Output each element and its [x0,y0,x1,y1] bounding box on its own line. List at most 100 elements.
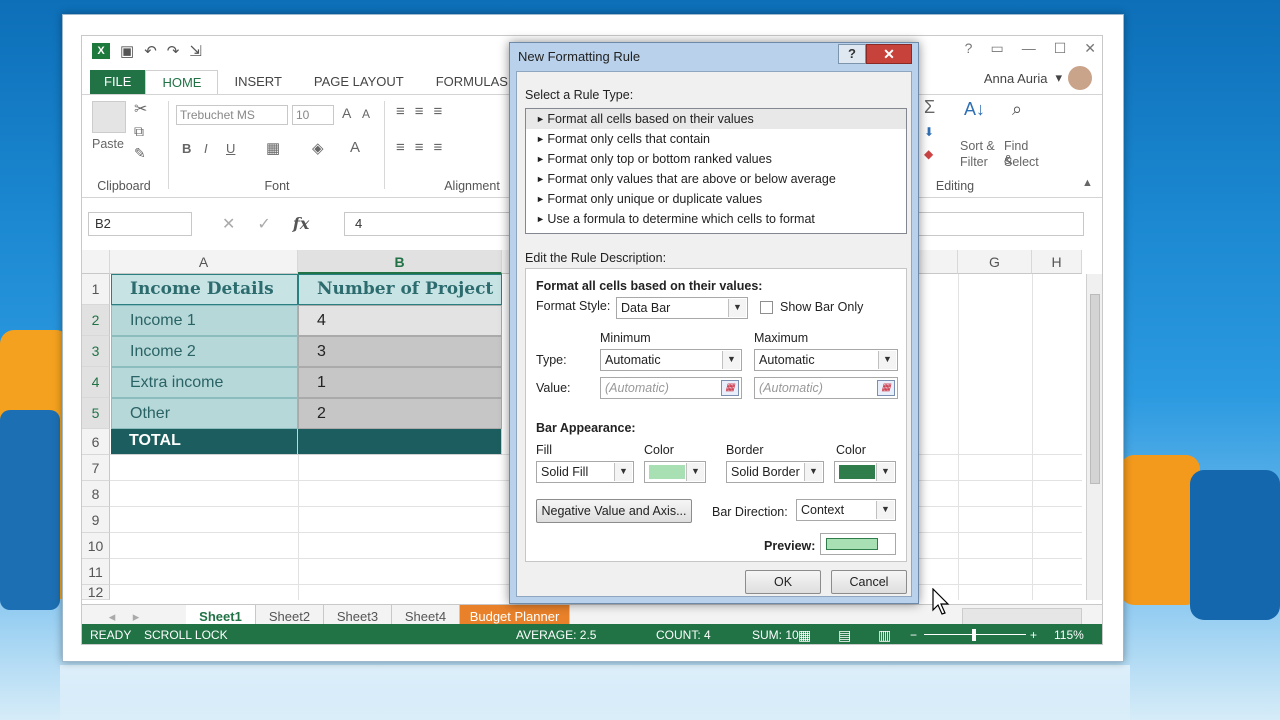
row-header-4[interactable]: 4 [82,367,110,398]
value-cell-active[interactable]: 4 [298,305,502,336]
range-select-icon[interactable]: ▦ [721,380,739,396]
cut-icon[interactable]: ✂ [134,99,147,119]
cancel-button[interactable]: Cancel [831,570,907,594]
minimum-type-select[interactable]: Automatic ▼ [600,349,742,371]
label-cell[interactable]: Extra income [111,367,298,398]
fill-select[interactable]: Solid Fill ▼ [536,461,634,483]
borders-icon[interactable]: ▦ [266,139,280,157]
grow-font-button[interactable]: A [342,105,351,121]
row-header-8[interactable]: 8 [82,481,110,507]
label-cell[interactable]: Income 1 [111,305,298,336]
value-cell[interactable]: 2 [298,398,502,429]
bold-button[interactable]: B [182,141,191,156]
find-select-button-line2[interactable]: Select [1004,155,1039,169]
row-header-1[interactable]: 1 [82,274,110,305]
avatar[interactable] [1068,66,1092,90]
underline-button[interactable]: U [226,141,235,156]
page-layout-view-icon[interactable]: ▤ [838,624,851,644]
font-color-icon[interactable]: A [350,139,360,156]
maximum-value-input[interactable]: (Automatic) ▦ [754,377,898,399]
rule-type-item[interactable]: Format only top or bottom ranked values [526,149,906,169]
value-cell[interactable]: 3 [298,336,502,367]
fill-icon[interactable]: ⬇ [924,125,934,139]
negative-value-axis-button[interactable]: Negative Value and Axis... [536,499,692,523]
minimize-button[interactable]: — [1022,40,1036,57]
select-all-corner[interactable] [82,250,110,274]
cancel-entry-icon[interactable]: ✕ [222,214,235,234]
insert-function-icon[interactable]: fx [293,214,309,234]
row-header-2[interactable]: 2 [82,305,110,336]
bar-direction-select[interactable]: Context ▼ [796,499,896,521]
sort-filter-button[interactable]: Sort & [960,139,995,153]
zoom-in-button[interactable]: + [1030,624,1037,644]
row-header-3[interactable]: 3 [82,336,110,367]
range-select-icon[interactable]: ▦ [877,380,895,396]
save-icon[interactable]: ▣ [120,42,134,60]
rule-type-item[interactable]: Use a formula to determine which cells t… [526,209,906,229]
border-select[interactable]: Solid Border ▼ [726,461,824,483]
row-header-9[interactable]: 9 [82,507,110,533]
autosum-icon[interactable]: Σ [924,97,935,118]
label-cell[interactable]: Other [111,398,298,429]
rule-type-item[interactable]: Format only cells that contain [526,129,906,149]
help-button[interactable]: ? [965,40,973,57]
column-header-g[interactable]: G [958,250,1032,274]
border-color-picker[interactable]: ▼ [834,461,896,483]
format-style-select[interactable]: Data Bar ▼ [616,297,748,319]
name-box[interactable]: B2 [88,212,192,236]
minimum-value-input[interactable]: (Automatic) ▦ [600,377,742,399]
shrink-font-button[interactable]: A [362,107,370,121]
tab-page-layout[interactable]: PAGE LAYOUT [298,70,420,94]
row-header-5[interactable]: 5 [82,398,110,429]
normal-view-icon[interactable]: ▦ [798,624,811,644]
undo-icon[interactable]: ↶ [144,42,157,60]
zoom-out-button[interactable]: − [910,624,917,644]
zoom-slider-handle[interactable] [972,629,976,641]
show-bar-only-checkbox[interactable] [760,301,773,314]
total-label-cell[interactable]: TOTAL [111,429,298,455]
tab-insert[interactable]: INSERT [218,70,297,94]
row-header-12[interactable]: 12 [82,585,110,600]
label-cell[interactable]: Income 2 [111,336,298,367]
dialog-help-button[interactable]: ? [838,44,866,64]
tab-home[interactable]: HOME [145,70,219,94]
row-header-11[interactable]: 11 [82,559,110,585]
tab-file[interactable]: FILE [90,70,146,94]
maximize-button[interactable]: ☐ [1054,40,1067,57]
confirm-entry-icon[interactable]: ✓ [257,214,270,234]
header-cell-number-of-project[interactable]: Number of Project [298,274,502,305]
value-cell[interactable]: 1 [298,367,502,398]
italic-button[interactable]: I [204,141,208,156]
rule-type-item-selected[interactable]: Format all cells based on their values [526,109,906,129]
binoculars-icon[interactable]: ⌕ [1012,99,1022,120]
font-name-select[interactable]: Trebuchet MS [176,105,288,125]
dialog-close-button[interactable]: ✕ [866,44,912,64]
user-account[interactable]: Anna Auria ▾ [984,70,1062,86]
total-value-cell[interactable] [298,429,502,455]
page-break-view-icon[interactable]: ▥ [878,624,891,644]
paste-icon[interactable] [92,101,126,133]
sort-filter-button-line2[interactable]: Filter [960,155,988,169]
row-header-6[interactable]: 6 [82,429,110,455]
fill-color-picker[interactable]: ▼ [644,461,706,483]
clear-icon[interactable]: ◆ [924,147,933,161]
ok-button[interactable]: OK [745,570,821,594]
column-header-a[interactable]: A [110,250,298,274]
vertical-scrollbar[interactable] [1086,274,1102,600]
format-painter-icon[interactable]: ✎ [134,145,146,162]
column-header-b[interactable]: B [298,250,502,274]
horizontal-align-icons[interactable]: ≡≡≡ [396,139,452,156]
collapse-ribbon-icon[interactable]: ▲ [1082,177,1093,189]
copy-icon[interactable]: ⧉ [134,123,144,140]
maximum-type-select[interactable]: Automatic ▼ [754,349,898,371]
font-size-select[interactable]: 10 [292,105,334,125]
vertical-align-icons[interactable]: ≡≡≡ [396,103,452,120]
paste-button[interactable]: Paste [92,137,124,151]
scrollbar-thumb[interactable] [1090,294,1100,484]
row-header-10[interactable]: 10 [82,533,110,559]
ribbon-display-button[interactable]: ▭ [990,40,1003,57]
sort-filter-icon[interactable]: A↓ [964,99,985,120]
customize-icon[interactable]: ⇲ [189,42,202,60]
zoom-level[interactable]: 115% [1054,624,1084,644]
fill-color-icon[interactable]: ◈ [312,139,324,157]
